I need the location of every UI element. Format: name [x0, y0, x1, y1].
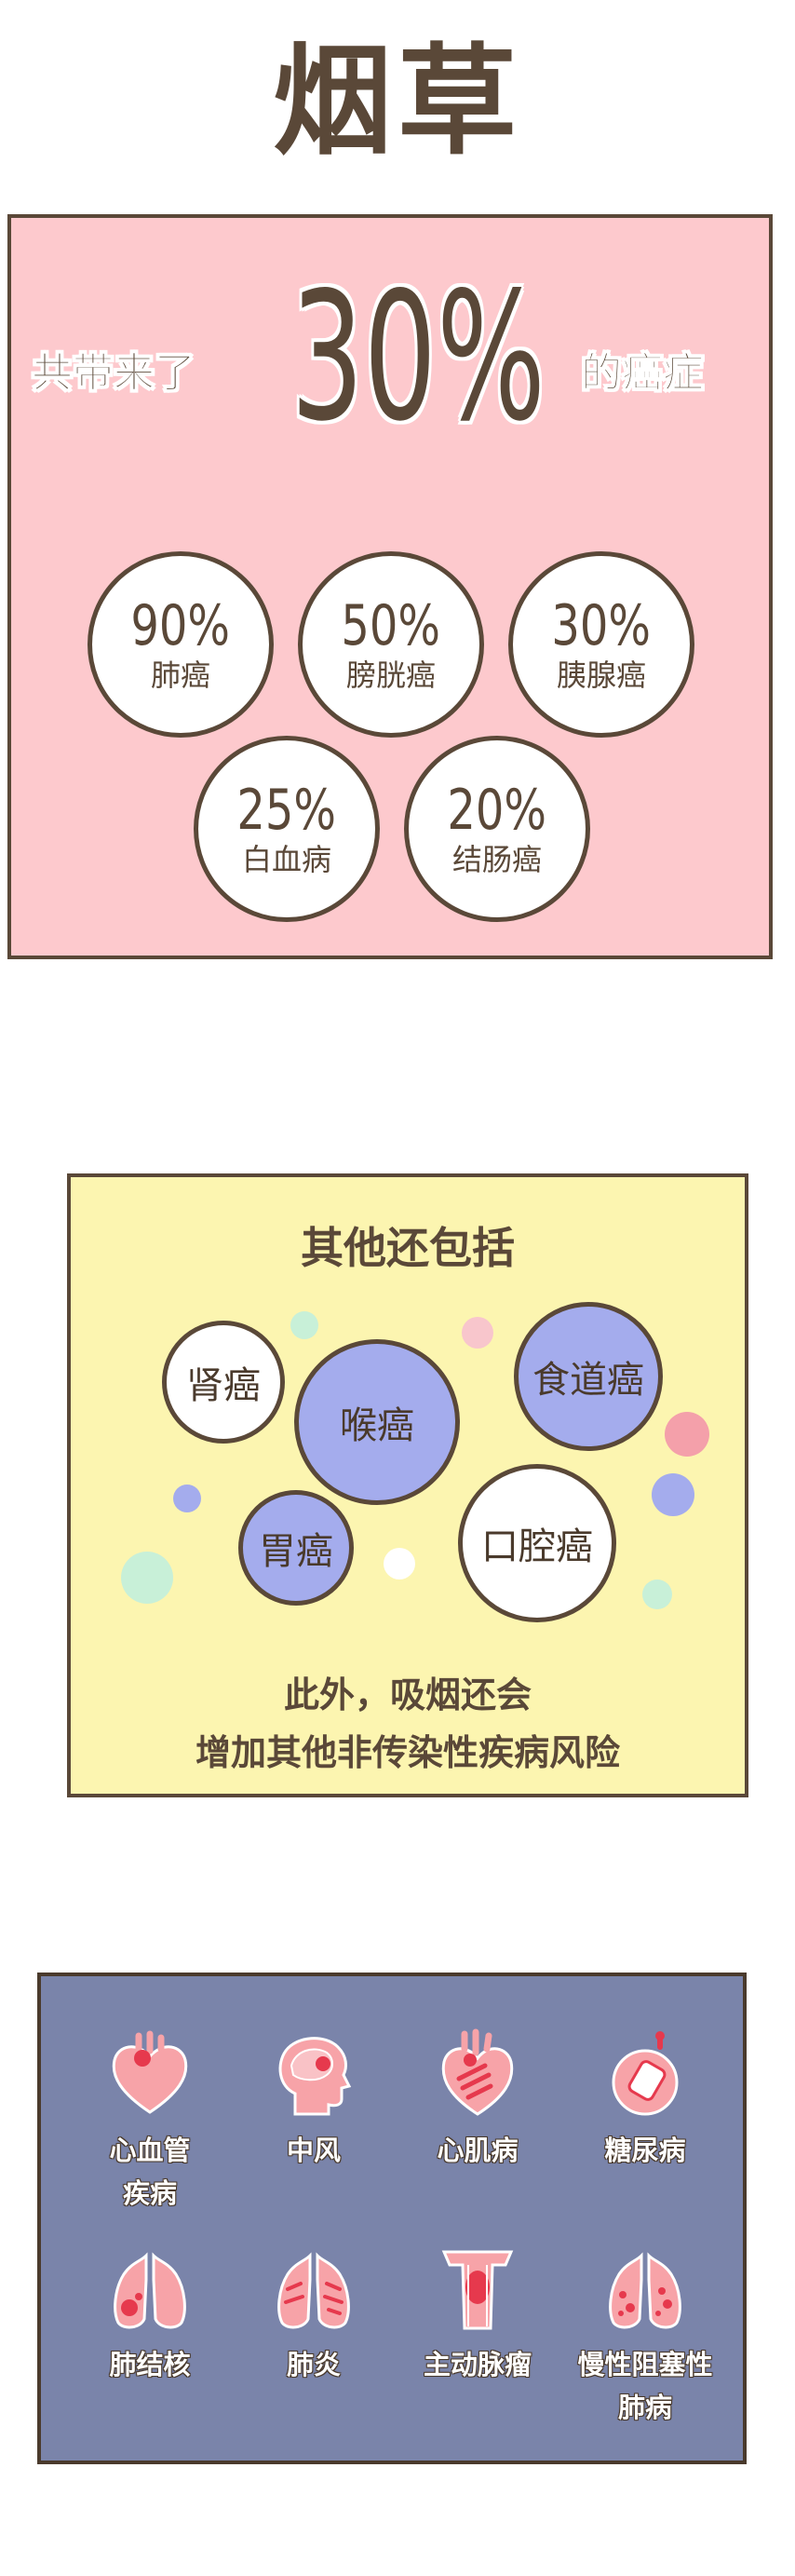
disease-diabetes: 糖尿病 [566, 2028, 724, 2172]
stat-circle-lung: 90% 肺癌 [88, 551, 274, 738]
stat-circle-leukemia: 25% 白血病 [194, 736, 380, 922]
disease-aortic-aneurysm: 主动脉瘤 [398, 2243, 557, 2386]
disease-label-line-1: 心血管 [109, 2135, 191, 2166]
other-cancers-panel: 其他还包括 肾癌 喉癌 食道癌 胃癌 口腔癌 此外，吸烟还会 增加其他非传染性疾… [67, 1173, 748, 1797]
disease-label-line-2: 疾病 [122, 2177, 177, 2209]
disease-label: 心血管 疾病 [71, 2129, 229, 2215]
footer-line-1: 此外，吸烟还会 [283, 1674, 532, 1715]
disease-cardiovascular: 心血管 疾病 [71, 2028, 229, 2215]
disease-label-line-1: 肺结核 [109, 2349, 191, 2380]
disease-label-line-1: 主动脉瘤 [423, 2349, 532, 2380]
stat-value: 20% [447, 778, 547, 843]
stat-value: 90% [130, 593, 231, 658]
stat-value: 30% [551, 593, 652, 658]
bubble-esophageal-cancer: 食道癌 [514, 1302, 663, 1451]
decor-dot [173, 1485, 201, 1512]
disease-label: 主动脉瘤 [398, 2343, 557, 2386]
decor-dot [665, 1412, 709, 1457]
stat-label: 膀胱癌 [345, 658, 436, 693]
disease-label-line-1: 糖尿病 [604, 2135, 686, 2166]
ncd-disease-panel: 心血管 疾病 中风 心肌病 糖尿病 肺结核 肺炎 主动脉瘤 慢性阻塞性 肺病 [37, 1973, 747, 2464]
stat-label: 肺癌 [150, 658, 210, 693]
bubble-oral-cancer: 口腔癌 [458, 1464, 616, 1622]
disease-label: 肺结核 [71, 2343, 229, 2386]
aorta-icon [441, 2250, 514, 2330]
disease-label: 肺炎 [235, 2343, 393, 2386]
headline-lead: 共带来了 [32, 349, 196, 398]
disease-label-line-1: 中风 [286, 2135, 341, 2166]
stat-circle-colon: 20% 结肠癌 [404, 736, 590, 922]
disease-label-line-1: 慢性阻塞性 [577, 2349, 713, 2380]
disease-label-line-2: 肺病 [617, 2392, 672, 2423]
lungs-icon [114, 2252, 186, 2329]
other-cancers-footer: 此外，吸烟还会 增加其他非传染性疾病风险 [71, 1666, 745, 1782]
heart-icon [112, 2030, 188, 2114]
lungs-inflamed-icon [277, 2252, 350, 2329]
bubble-laryngeal-cancer: 喉癌 [294, 1339, 460, 1505]
decor-dot [462, 1317, 493, 1349]
bubble-stomach-cancer: 胃癌 [238, 1490, 354, 1606]
head-brain-icon [278, 2037, 352, 2116]
disease-cardiomyopathy: 心肌病 [398, 2028, 557, 2172]
headline: 共带来了 30% 的癌症 [11, 264, 769, 451]
decor-dot [652, 1473, 694, 1516]
cancer-share-panel: 共带来了 30% 的癌症 90% 肺癌 50% 膀胱癌 30% 胰腺癌 25% … [7, 214, 773, 959]
stat-value: 25% [236, 778, 337, 843]
disease-pneumonia: 肺炎 [235, 2243, 393, 2386]
disease-label: 糖尿病 [566, 2129, 724, 2172]
other-cancers-title: 其他还包括 [301, 1223, 515, 1273]
disease-label: 慢性阻塞性 肺病 [566, 2343, 724, 2429]
stat-circle-pancreas: 30% 胰腺癌 [508, 551, 694, 738]
decor-dot [121, 1552, 173, 1604]
lungs-copd-icon [609, 2252, 681, 2329]
decor-dot [642, 1579, 672, 1609]
glucose-meter-icon [612, 2031, 679, 2116]
headline-tail: 的癌症 [581, 349, 705, 398]
disease-copd: 慢性阻塞性 肺病 [566, 2243, 724, 2429]
stat-label: 白血病 [241, 842, 331, 877]
decor-dot [290, 1311, 318, 1339]
footer-line-2: 增加其他非传染性疾病风险 [195, 1732, 620, 1773]
disease-tuberculosis: 肺结核 [71, 2243, 229, 2386]
disease-label-line-1: 心肌病 [437, 2135, 519, 2166]
stat-label: 结肠癌 [451, 842, 542, 877]
heart-muscle-icon [441, 2028, 514, 2116]
stat-circle-bladder: 50% 膀胱癌 [298, 551, 484, 738]
decor-dot [384, 1548, 415, 1579]
disease-label: 心肌病 [398, 2129, 557, 2172]
disease-label-line-1: 肺炎 [286, 2349, 341, 2380]
stat-value: 50% [341, 593, 441, 658]
stat-label: 胰腺癌 [556, 658, 646, 693]
disease-label: 中风 [235, 2129, 393, 2172]
bubble-kidney-cancer: 肾癌 [162, 1321, 285, 1444]
page-title: 烟草 [272, 33, 522, 171]
headline-big-value: 30% [290, 254, 546, 460]
disease-stroke: 中风 [235, 2028, 393, 2172]
